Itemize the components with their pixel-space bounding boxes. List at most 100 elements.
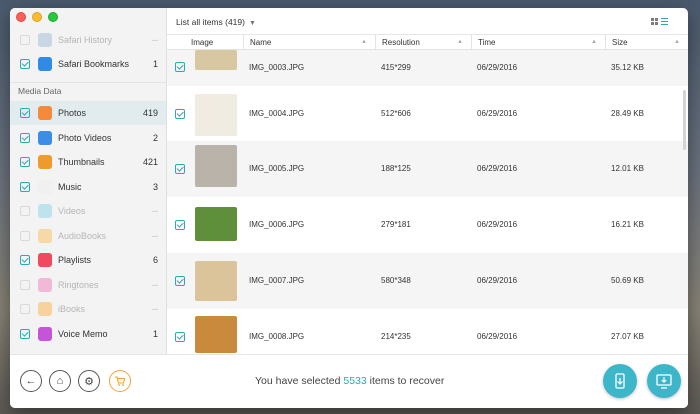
sidebar-item-music[interactable]: Music 3: [10, 175, 166, 199]
chevron-down-icon: ▼: [248, 20, 256, 27]
sidebar-item-checkbox[interactable]: [20, 157, 30, 167]
sidebar-item-voice-memo[interactable]: Voice Memo 1: [10, 322, 166, 346]
row-checkbox[interactable]: [175, 220, 185, 230]
photo-thumbnail[interactable]: [195, 50, 237, 70]
sidebar-item-checkbox[interactable]: [20, 206, 30, 216]
sidebar-item-photo-videos[interactable]: Photo Videos 2: [10, 126, 166, 150]
close-window-button[interactable]: [16, 12, 26, 22]
cell-time: 06/29/2016: [477, 276, 518, 285]
sort-icon: ▲: [361, 39, 367, 45]
sidebar-item-checkbox[interactable]: [20, 132, 30, 143]
file-table: IMG_0003.JPG 415*299 06/29/2016 35.12 KB IMG…: [167, 50, 688, 354]
grid-view-icon[interactable]: [651, 18, 658, 25]
sidebar-item-checkbox[interactable]: [20, 279, 30, 290]
sidebar-item-checkbox[interactable]: [20, 59, 30, 69]
cell-resolution: 415*299: [381, 63, 411, 72]
sidebar-item-label: Thumbnails: [58, 157, 105, 167]
sidebar-item-checkbox[interactable]: [20, 108, 30, 118]
table-row[interactable]: IMG_0004.JPG 512*606 06/29/2016 28.49 KB: [167, 86, 688, 141]
table-row[interactable]: IMG_0006.JPG 279*181 06/29/2016 16.21 KB: [167, 197, 688, 253]
recover-to-computer-button[interactable]: [647, 364, 681, 398]
videos-icon: [38, 204, 52, 218]
sidebar-item-safari-bookmarks[interactable]: Safari Bookmarks 1: [10, 52, 166, 76]
thumbnails-icon: [38, 155, 52, 169]
cell-name: IMG_0004.JPG: [249, 109, 305, 118]
sidebar-item-checkbox[interactable]: [20, 328, 30, 339]
column-header-size[interactable]: Size ▲: [605, 35, 688, 50]
cell-size: 35.12 KB: [611, 63, 644, 72]
sidebar-item-checkbox[interactable]: [20, 35, 30, 45]
row-checkbox[interactable]: [175, 164, 185, 174]
table-row[interactable]: IMG_0007.JPG 580*348 06/29/2016 50.69 KB: [167, 253, 688, 309]
sidebar-item-checkbox[interactable]: [20, 230, 30, 241]
music-icon: [38, 179, 52, 194]
table-row[interactable]: IMG_0005.JPG 188*125 06/29/2016 12.01 KB: [167, 141, 688, 197]
home-icon: ⌂: [56, 375, 64, 387]
sidebar-item-label: Voice Memo: [58, 328, 108, 339]
sidebar-item-ringtones[interactable]: Ringtones --: [10, 273, 166, 297]
cell-resolution: 580*348: [381, 276, 411, 285]
safari-history-icon: [38, 33, 52, 47]
table-row[interactable]: IMG_0008.JPG 214*235 06/29/2016 27.07 KB: [167, 309, 688, 354]
home-button[interactable]: ⌂: [49, 370, 71, 392]
sidebar-item-audiobooks[interactable]: AudioBooks --: [10, 224, 166, 248]
sidebar-item-count: --: [152, 35, 158, 45]
cart-button[interactable]: [109, 370, 131, 392]
photo-thumbnail[interactable]: [195, 261, 237, 301]
selected-count: 5533: [343, 375, 367, 387]
cell-time: 06/29/2016: [477, 164, 518, 173]
cell-size: 16.21 KB: [611, 220, 644, 229]
minimize-window-button[interactable]: [32, 12, 42, 22]
sidebar-item-count: 6: [152, 255, 158, 265]
sidebar-item-thumbnails[interactable]: Thumbnails 421: [10, 150, 166, 174]
cell-name: IMG_0005.JPG: [249, 164, 305, 173]
audiobooks-icon: [38, 228, 52, 243]
column-header-image[interactable]: Image: [167, 35, 243, 50]
sidebar-item-label: Safari Bookmarks: [58, 59, 130, 69]
column-header-resolution[interactable]: Resolution ▲: [375, 35, 471, 50]
sidebar-item-videos[interactable]: Videos --: [10, 199, 166, 223]
row-checkbox[interactable]: [175, 62, 185, 72]
sidebar-divider: [10, 82, 166, 83]
sort-icon: ▲: [457, 39, 463, 45]
settings-button[interactable]: ⚙: [78, 370, 100, 392]
cell-size: 12.01 KB: [611, 164, 644, 173]
sidebar-item-checkbox[interactable]: [20, 304, 30, 314]
photo-thumbnail[interactable]: [195, 207, 237, 241]
sidebar-item-label: Videos: [58, 206, 86, 216]
list-view-icon[interactable]: [661, 18, 668, 25]
cell-time: 06/29/2016: [477, 63, 518, 72]
sidebar-item-count: --: [152, 304, 158, 314]
playlists-icon: [38, 253, 52, 267]
row-checkbox[interactable]: [175, 332, 185, 342]
table-scrollbar[interactable]: [683, 90, 686, 150]
list-filter-dropdown[interactable]: List all items (419) ▼: [176, 17, 256, 27]
zoom-window-button[interactable]: [48, 12, 58, 22]
sidebar-item-ibooks[interactable]: iBooks --: [10, 297, 166, 321]
sidebar-item-checkbox[interactable]: [20, 255, 30, 265]
photo-thumbnail[interactable]: [195, 316, 237, 353]
table-row[interactable]: IMG_0003.JPG 415*299 06/29/2016 35.12 KB: [167, 50, 688, 86]
recover-to-device-button[interactable]: [603, 364, 637, 398]
sidebar-item-count: 1: [152, 328, 158, 339]
safari-bookmarks-icon: [38, 57, 52, 71]
window-controls: [16, 12, 58, 22]
cell-resolution: 512*606: [381, 109, 411, 118]
photo-thumbnail[interactable]: [195, 145, 237, 187]
sidebar-item-playlists[interactable]: Playlists 6: [10, 248, 166, 272]
sidebar-item-count: --: [152, 279, 158, 290]
sort-icon: ▲: [591, 39, 597, 45]
photo-thumbnail[interactable]: [195, 94, 237, 136]
cell-resolution: 188*125: [381, 164, 411, 173]
row-checkbox[interactable]: [175, 276, 185, 286]
sidebar-item-count: 421: [142, 157, 158, 167]
column-header-time[interactable]: Time ▲: [471, 35, 605, 50]
sidebar-item-label: Photo Videos: [58, 132, 112, 143]
back-button[interactable]: ←: [20, 370, 42, 392]
sidebar-item-checkbox[interactable]: [20, 181, 30, 192]
sidebar-item-photos[interactable]: Photos 419: [10, 101, 166, 125]
column-header-name[interactable]: Name ▲: [243, 35, 375, 50]
cell-resolution: 214*235: [381, 332, 411, 341]
sidebar-item-safari-history[interactable]: Safari History --: [10, 28, 166, 52]
row-checkbox[interactable]: [175, 109, 185, 119]
